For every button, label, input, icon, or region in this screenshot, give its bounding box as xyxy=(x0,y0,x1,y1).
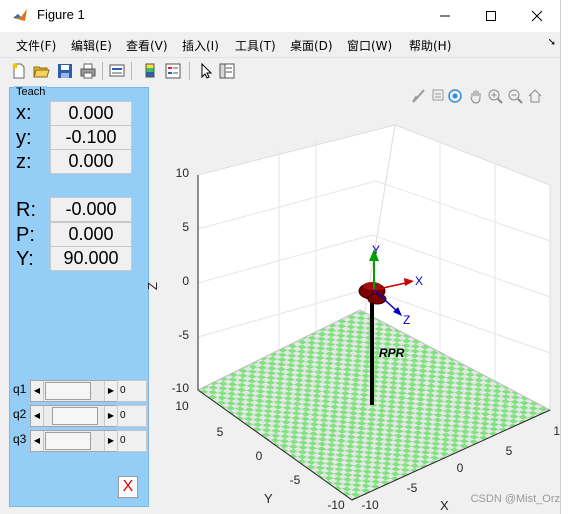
z-tick-label: -10 xyxy=(172,381,190,395)
menu-help[interactable]: 帮助(H) xyxy=(409,37,451,54)
slider-left-arrow-icon[interactable]: ◀ xyxy=(31,406,44,426)
q2-slider[interactable]: ◀ ▶ xyxy=(30,405,118,427)
y-tick-label: 5 xyxy=(217,425,224,439)
menu-insert[interactable]: 插入(I) xyxy=(182,37,219,54)
q3-label: q3 xyxy=(13,432,27,446)
print-icon[interactable] xyxy=(79,62,97,80)
z-tick-label: 5 xyxy=(182,220,189,234)
menu-edit[interactable]: 编辑(E) xyxy=(71,37,112,54)
y-axis-label: Y xyxy=(264,491,273,506)
roll-label: R: xyxy=(16,199,36,221)
z-tick-label: 10 xyxy=(176,166,190,180)
toolbar xyxy=(0,57,560,85)
q2-label: q2 xyxy=(13,407,27,421)
slider-thumb[interactable] xyxy=(45,432,91,450)
legend-icon[interactable] xyxy=(164,62,182,80)
q2-value-field[interactable]: 0 xyxy=(117,405,147,427)
slider-thumb[interactable] xyxy=(45,382,91,400)
y-tick-label: 10 xyxy=(175,399,189,413)
q1-slider[interactable]: ◀ ▶ xyxy=(30,380,118,402)
open-file-icon[interactable] xyxy=(32,62,50,80)
toolbar-separator xyxy=(131,62,132,80)
frame-y-label: Y xyxy=(372,243,380,257)
pitch-label: P: xyxy=(16,224,35,246)
y-value-field[interactable]: -0.100 xyxy=(50,125,132,150)
z-value-field[interactable]: 0.000 xyxy=(50,149,132,174)
matlab-logo-icon xyxy=(13,9,27,21)
x-tick-label: 5 xyxy=(506,444,513,458)
q1-value-field[interactable]: 0 xyxy=(117,380,147,402)
watermark: CSDN @Mist_Orz xyxy=(471,493,560,505)
x-tick-label: 0 xyxy=(457,461,464,475)
new-figure-icon[interactable] xyxy=(10,62,28,80)
toolbar-separator xyxy=(102,62,103,80)
datatip-icon[interactable] xyxy=(429,88,445,104)
x-tick-label: -5 xyxy=(407,481,418,495)
slider-left-arrow-icon[interactable]: ◀ xyxy=(31,381,44,401)
teach-panel-title: Teach xyxy=(14,86,48,98)
x-axis-label: X xyxy=(440,498,449,513)
y-tick-label: 0 xyxy=(256,449,263,463)
menu-bar: 文件(F) 编辑(E) 查看(V) 插入(I) 工具(T) 桌面(D) 窗口(W… xyxy=(0,32,560,56)
menu-view[interactable]: 查看(V) xyxy=(126,37,168,54)
frame-x-label: X xyxy=(415,274,423,288)
background-window-strip xyxy=(561,0,576,514)
maximize-icon[interactable] xyxy=(468,0,514,32)
slider-left-arrow-icon[interactable]: ◀ xyxy=(31,431,44,451)
menu-file[interactable]: 文件(F) xyxy=(16,37,56,54)
roll-value-field[interactable]: -0.000 xyxy=(50,197,132,222)
zoom-in-icon[interactable] xyxy=(487,88,503,104)
robot-name-label: RPR xyxy=(379,346,405,360)
q3-value-field[interactable]: 0 xyxy=(117,430,147,452)
menu-window[interactable]: 窗口(W) xyxy=(347,37,392,54)
yaw-value-field[interactable]: 90.000 xyxy=(50,246,132,271)
y-label: y: xyxy=(16,127,32,149)
rotate-icon[interactable] xyxy=(447,88,463,104)
title-bar: Figure 1 xyxy=(0,0,560,32)
frame-z-label: Z xyxy=(403,313,410,327)
z-tick-label: 0 xyxy=(182,274,189,288)
pitch-value-field[interactable]: 0.000 xyxy=(50,222,132,247)
link-plot-icon[interactable] xyxy=(108,62,126,80)
y-tick-label: -5 xyxy=(290,473,301,487)
dock-arrow-icon[interactable]: ➘ xyxy=(548,37,556,48)
colorbar-icon[interactable] xyxy=(141,62,159,80)
property-inspector-icon[interactable] xyxy=(218,62,236,80)
home-icon[interactable] xyxy=(527,88,543,104)
menu-desktop[interactable]: 桌面(D) xyxy=(290,37,333,54)
figure-window: Figure 1 文件(F) 编辑(E) 查看(V) 插入(I) 工具(T) 桌… xyxy=(0,0,561,514)
slider-thumb[interactable] xyxy=(52,407,98,425)
x-label: x: xyxy=(16,102,32,124)
window-title: Figure 1 xyxy=(37,7,85,22)
slider-right-arrow-icon[interactable]: ▶ xyxy=(104,406,117,426)
y-tick-label: -10 xyxy=(327,498,345,512)
zoom-out-icon[interactable] xyxy=(507,88,523,104)
toolbar-separator xyxy=(189,62,190,80)
x-tick-label: 10 xyxy=(553,424,561,438)
save-icon[interactable] xyxy=(56,62,74,80)
z-axis-label: Z xyxy=(145,282,160,290)
teach-close-button[interactable]: X xyxy=(118,476,138,498)
q3-slider[interactable]: ◀ ▶ xyxy=(30,430,118,452)
yaw-label: Y: xyxy=(16,248,34,270)
close-icon[interactable] xyxy=(514,0,560,32)
brush-icon[interactable] xyxy=(410,88,426,104)
z-label: z: xyxy=(16,151,32,173)
q1-label: q1 xyxy=(13,382,27,396)
slider-right-arrow-icon[interactable]: ▶ xyxy=(104,431,117,451)
minimize-icon[interactable] xyxy=(422,0,468,32)
x-tick-label: -10 xyxy=(361,498,379,512)
pan-icon[interactable] xyxy=(468,88,484,104)
pointer-icon[interactable] xyxy=(197,62,215,80)
z-tick-label: -5 xyxy=(178,328,189,342)
menu-tools[interactable]: 工具(T) xyxy=(235,37,276,54)
slider-right-arrow-icon[interactable]: ▶ xyxy=(104,381,117,401)
x-value-field[interactable]: 0.000 xyxy=(50,101,132,126)
